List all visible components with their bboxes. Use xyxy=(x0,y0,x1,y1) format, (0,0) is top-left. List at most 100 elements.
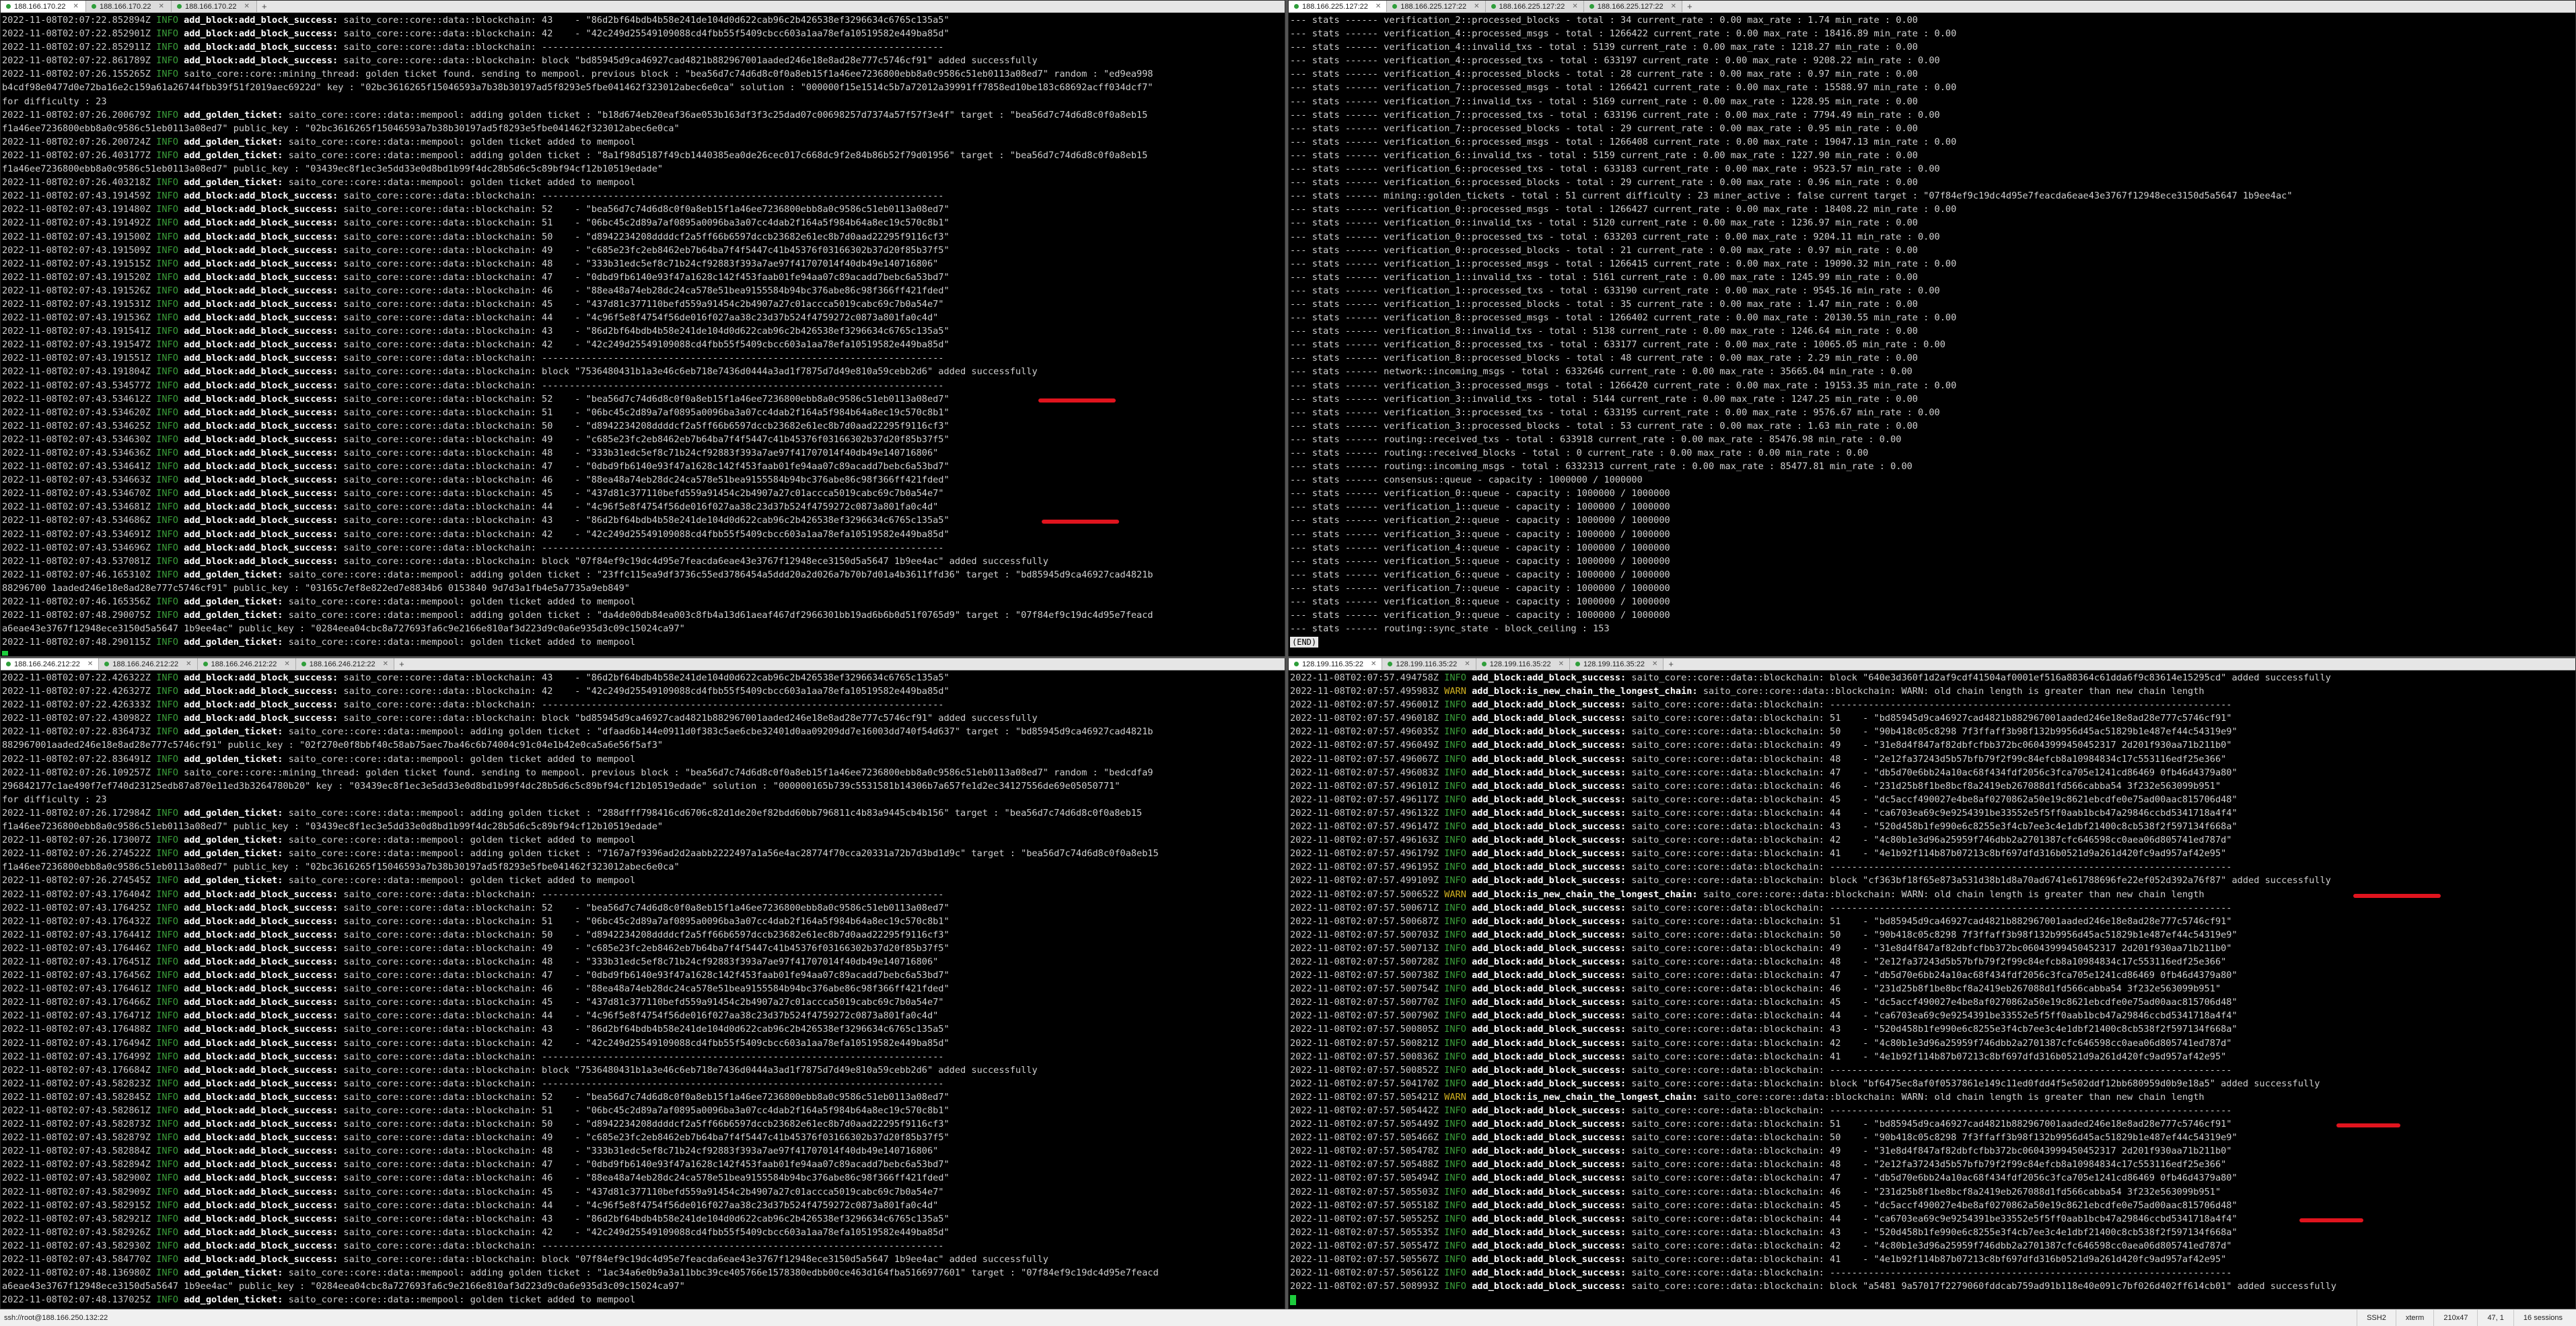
close-icon[interactable]: ✕ xyxy=(73,3,78,10)
log-line: 2022-11-08T02:07:57.500821Z INFO add_blo… xyxy=(1290,1037,2574,1050)
log-timestamp: 2022-11-08T02:07:57.496117Z xyxy=(1290,794,1445,805)
log-timestamp: 2022-11-08T02:07:57.508993Z xyxy=(1290,1281,1445,1292)
close-icon[interactable]: ✕ xyxy=(1572,3,1577,10)
session-tab[interactable]: 128.199.116.35:22 ✕ xyxy=(1289,658,1383,670)
status-cursor: 47, 1 xyxy=(2477,1310,2513,1326)
log-timestamp: 2022-11-08T02:07:26.274522Z xyxy=(2,848,157,860)
session-tab[interactable]: 188.166.170.22 ✕ xyxy=(1,1,86,12)
log-span: add_block:add_block_success: xyxy=(1472,699,1632,711)
log-message: saito_core::core::data::blockchain: 42 -… xyxy=(343,339,950,351)
terminal-pane-bottom-right[interactable]: 128.199.116.35:22 ✕ 128.199.116.35:22 ✕ 128.… xyxy=(1288,658,2576,1309)
session-tab-label: 188.166.246.212:22 xyxy=(309,660,375,668)
terminal-prompt[interactable] xyxy=(1290,1293,2574,1306)
terminal-pane-top-left[interactable]: 188.166.170.22 ✕ 188.166.170.22 ✕ 188.166.17… xyxy=(0,0,1285,658)
log-line: 2022-11-08T02:07:43.534696Z INFO add_blo… xyxy=(2,541,1283,555)
log-timestamp: 2022-11-08T02:07:26.274545Z xyxy=(2,875,157,886)
close-icon[interactable]: ✕ xyxy=(1464,660,1470,668)
log-timestamp: 2022-11-08T02:07:43.534663Z xyxy=(2,475,157,486)
close-icon[interactable]: ✕ xyxy=(284,660,289,668)
log-message: saito_core::core::data::blockchain: 47 -… xyxy=(343,461,950,473)
close-icon[interactable]: ✕ xyxy=(87,660,93,668)
log-level: INFO xyxy=(1444,1281,1472,1292)
log-span: add_golden_ticket: xyxy=(184,1267,289,1279)
close-icon[interactable]: ✕ xyxy=(383,660,388,668)
session-tab[interactable]: 188.166.225.127:22 ✕ xyxy=(1583,1,1683,12)
pane-splitter-horizontal[interactable] xyxy=(0,656,2576,658)
close-icon[interactable]: ✕ xyxy=(158,3,164,10)
close-icon[interactable]: ✕ xyxy=(1671,3,1676,10)
close-icon[interactable]: ✕ xyxy=(186,660,191,668)
log-timestamp: 2022-11-08T02:07:48.290115Z xyxy=(2,637,157,648)
close-icon[interactable]: ✕ xyxy=(1559,660,1564,668)
log-timestamp: 2022-11-08T02:07:43.191509Z xyxy=(2,244,157,256)
log-message: saito_core::core::data::blockchain: 45 -… xyxy=(343,1186,944,1197)
new-tab-icon[interactable]: + xyxy=(1682,1,1697,12)
log-timestamp: 2022-11-08T02:07:43.582909Z xyxy=(2,1186,157,1197)
session-tab[interactable]: 128.199.116.35:22 ✕ xyxy=(1382,658,1476,670)
session-tab[interactable]: 188.166.246.212:22 ✕ xyxy=(295,658,395,670)
log-line: 2022-11-08T02:07:57.505525Z INFO add_blo… xyxy=(1290,1212,2574,1226)
log-timestamp: 2022-11-08T02:07:43.582873Z xyxy=(2,1119,157,1130)
log-message: saito_core::core::mining_thread: golden … xyxy=(184,69,1153,80)
log-level: INFO xyxy=(1444,807,1472,818)
log-level: INFO xyxy=(156,835,184,846)
log-span: add_block:add_block_success: xyxy=(1472,821,1632,833)
terminal-pane-bottom-left[interactable]: 188.166.246.212:22 ✕ 188.166.246.212:22 ✕ 18… xyxy=(0,658,1285,1309)
terminal-output[interactable]: --- stats ------ verification_2::process… xyxy=(1290,13,2574,656)
terminal-pane-top-right[interactable]: 188.166.225.127:22 ✕ 188.166.225.127:22 ✕ 18… xyxy=(1288,0,2576,658)
session-tab[interactable]: 128.199.116.35:22 ✕ xyxy=(1476,658,1571,670)
session-tab[interactable]: 188.166.246.212:22 ✕ xyxy=(1,658,100,670)
log-message: saito_core::core::data::blockchain: 41 -… xyxy=(1631,1051,2227,1062)
session-tab[interactable]: 188.166.225.127:22 ✕ xyxy=(1387,1,1486,12)
terminal-prompt[interactable] xyxy=(2,1306,1283,1307)
terminal-output[interactable]: 2022-11-08T02:07:22.426322Z INFO add_blo… xyxy=(2,671,1283,1307)
new-tab-icon[interactable]: + xyxy=(394,658,409,670)
session-tab[interactable]: 128.199.116.35:22 ✕ xyxy=(1570,658,1664,670)
log-span: add_golden_ticket: xyxy=(184,610,289,621)
log-level: INFO xyxy=(1444,956,1472,967)
log-level: INFO xyxy=(156,1051,184,1062)
connected-status-icon xyxy=(177,4,182,9)
log-timestamp: 2022-11-08T02:07:57.496147Z xyxy=(1290,821,1445,833)
session-tab[interactable]: 188.166.170.22 ✕ xyxy=(86,1,172,12)
close-icon[interactable]: ✕ xyxy=(1652,660,1657,668)
new-tab-icon[interactable]: + xyxy=(257,1,272,12)
close-icon[interactable]: ✕ xyxy=(1375,3,1381,10)
log-message: saito_core::core::data::blockchain: 51 -… xyxy=(343,1105,950,1116)
close-icon[interactable]: ✕ xyxy=(1474,3,1479,10)
pane-splitter-vertical[interactable] xyxy=(1285,0,1288,1309)
session-tab[interactable]: 188.166.246.212:22 ✕ xyxy=(197,658,296,670)
session-tab[interactable]: 188.166.225.127:22 ✕ xyxy=(1485,1,1584,12)
log-timestamp: 2022-11-08T02:07:43.534681Z xyxy=(2,501,157,513)
log-timestamp: 2022-11-08T02:07:43.176432Z xyxy=(2,915,157,927)
log-line: 2022-11-08T02:07:43.534636Z INFO add_blo… xyxy=(2,446,1283,460)
log-level: INFO xyxy=(1444,767,1472,778)
terminal-prompt[interactable] xyxy=(2,649,1283,656)
terminal-output[interactable]: 2022-11-08T02:07:22.852894Z INFO add_blo… xyxy=(2,13,1283,656)
log-timestamp: 2022-11-08T02:07:43.534670Z xyxy=(2,488,157,499)
log-level: INFO xyxy=(156,501,184,513)
log-message: saito_core::core::data::blockchain: ----… xyxy=(343,888,944,900)
log-level: INFO xyxy=(1444,942,1472,954)
log-message: saito_core::core::data::mempool: golden … xyxy=(288,1294,636,1306)
log-span: add_block:add_block_success: xyxy=(1472,1119,1632,1130)
close-icon[interactable]: ✕ xyxy=(244,3,249,10)
session-tab[interactable]: 188.166.170.22 ✕ xyxy=(172,1,257,12)
log-timestamp: 2022-11-08T02:07:57.500852Z xyxy=(1290,1064,1445,1076)
log-level: INFO xyxy=(156,528,184,540)
new-tab-icon[interactable]: + xyxy=(1663,658,1678,670)
log-level: INFO xyxy=(1444,915,1472,927)
log-message: saito_core::core::data::blockchain: 49 -… xyxy=(1631,1146,2232,1157)
log-span: add_block:is_new_chain_the_longest_chain… xyxy=(1472,1091,1703,1103)
log-level: INFO xyxy=(156,1159,184,1171)
close-icon[interactable]: ✕ xyxy=(1371,660,1376,668)
log-span: add_block:add_block_success: xyxy=(184,672,344,683)
session-tab[interactable]: 188.166.246.212:22 ✕ xyxy=(99,658,198,670)
stats-line: --- stats ------ verification_0::process… xyxy=(1290,244,1918,256)
session-tab[interactable]: 188.166.225.127:22 ✕ xyxy=(1289,1,1388,12)
log-timestamp: 2022-11-08T02:07:57.496132Z xyxy=(1290,807,1445,818)
log-line: 2022-11-08T02:07:57.500770Z INFO add_blo… xyxy=(1290,996,2574,1009)
log-message: saito_core::core::data::blockchain: 44 -… xyxy=(1631,1213,2238,1224)
terminal-output[interactable]: 2022-11-08T02:07:57.494758Z INFO add_blo… xyxy=(1290,671,2574,1307)
log-line: 2022-11-08T02:07:48.290115Z INFO add_gol… xyxy=(2,635,1283,649)
